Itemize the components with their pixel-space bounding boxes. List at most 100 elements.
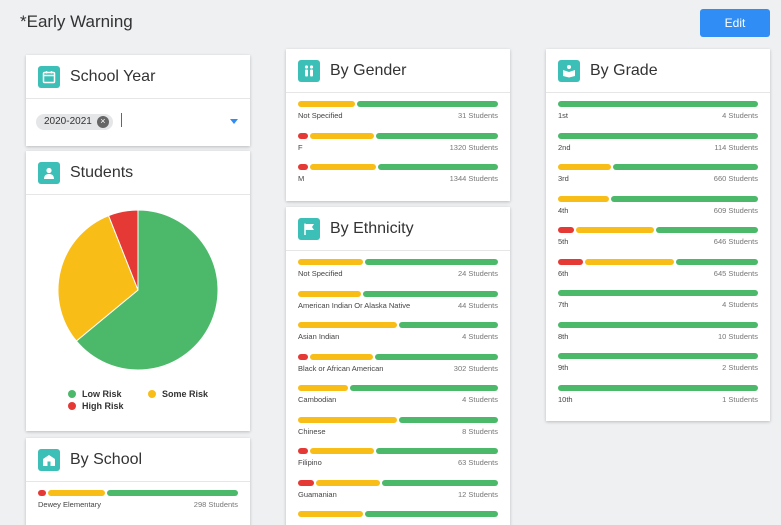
risk-row[interactable]: Chinese 8 Students [298, 416, 498, 449]
row-label: 5th [558, 237, 569, 246]
legend-some: Some Risk [148, 389, 208, 399]
row-label: Black or African American [298, 363, 384, 373]
risk-row[interactable] [298, 511, 498, 525]
by-school-card: By School Dewey Elementary 298 Students [26, 438, 250, 525]
risk-bar [558, 384, 758, 391]
row-count: 8 Students [462, 426, 498, 436]
risk-bar [298, 416, 498, 423]
risk-bar [558, 227, 759, 233]
risk-row[interactable]: 7th 4 Students [558, 290, 758, 322]
by-ethnicity-card: By Ethnicity Not Specified 24 Students Ame… [286, 207, 510, 525]
low-risk-segment [374, 353, 498, 360]
risk-bar [298, 259, 498, 265]
risk-row[interactable]: 5th 646 Students [558, 227, 759, 259]
row-label: Filipino [298, 458, 322, 467]
risk-row[interactable]: Cambodian 4 Students [298, 385, 498, 417]
chip-remove-icon[interactable]: × [96, 115, 109, 128]
school-year-chip: 2020-2021 × [36, 113, 113, 130]
low-risk-segment [378, 164, 498, 170]
row-label: M [298, 174, 305, 183]
risk-row[interactable]: F 1320 Students [298, 132, 498, 165]
row-label: 7th [558, 300, 569, 309]
row-count: 609 Students [713, 205, 758, 215]
risk-row[interactable]: M 1344 Students [298, 164, 498, 196]
risk-row[interactable]: Guamanian 12 Students [298, 479, 499, 512]
risk-row[interactable]: Dewey Elementary 298 Students [38, 490, 238, 522]
legend-low-swatch [68, 390, 76, 398]
legend-low-label: Low Risk [82, 389, 122, 399]
risk-row[interactable]: Filipino 63 Students [298, 448, 498, 480]
low-risk-segment [613, 164, 758, 170]
low-risk-segment [349, 385, 498, 391]
low-risk-segment [363, 290, 498, 297]
edit-button[interactable]: Edit [700, 9, 770, 37]
some-risk-segment [298, 385, 348, 391]
low-risk-segment [558, 101, 758, 107]
row-label: Not Specified [298, 111, 343, 120]
row-label: 10th [558, 394, 573, 404]
row-label: 4th [558, 205, 569, 215]
risk-bar [558, 353, 758, 359]
risk-bar [558, 195, 758, 202]
some-risk-segment [558, 164, 612, 170]
risk-row[interactable]: 4th 609 Students [558, 195, 758, 228]
risk-row[interactable]: Black or African American 302 Students [298, 353, 498, 386]
row-count: 4 Students [722, 111, 758, 120]
low-risk-segment [399, 322, 498, 328]
some-risk-segment [298, 259, 364, 265]
low-risk-segment [399, 416, 498, 423]
by-gender-card: By Gender Not Specified 31 Students F 1320 … [286, 49, 510, 201]
high-risk-segment [298, 164, 308, 170]
low-risk-segment [365, 259, 498, 265]
students-title: Students [70, 163, 134, 181]
risk-pie-chart [57, 209, 219, 371]
risk-bar [38, 490, 238, 496]
row-label: 1st [558, 111, 569, 120]
by-school-bars: Dewey Elementary 298 Students [26, 482, 250, 522]
legend-high: High Risk [68, 401, 124, 411]
risk-bar [558, 164, 758, 170]
risk-bar [298, 385, 498, 391]
risk-bar [298, 132, 498, 139]
some-risk-segment [298, 416, 397, 423]
some-risk-segment [309, 164, 377, 170]
risk-bar [298, 101, 498, 107]
row-count: 646 Students [713, 237, 758, 246]
some-risk-segment [298, 511, 364, 517]
row-count: 2 Students [722, 363, 758, 372]
low-risk-segment [558, 384, 758, 391]
flag-icon [298, 217, 320, 240]
row-label: 2nd [558, 142, 571, 152]
legend-high-label: High Risk [82, 401, 124, 411]
row-count: 4 Students [462, 395, 498, 404]
risk-row[interactable]: Asian Indian 4 Students [298, 322, 498, 354]
low-risk-segment [382, 479, 499, 486]
risk-row[interactable]: 10th 1 Students [558, 384, 758, 417]
chevron-down-icon[interactable] [230, 119, 238, 124]
risk-row[interactable]: Not Specified 24 Students [298, 259, 498, 291]
some-risk-segment [585, 258, 674, 265]
row-label: Guamanian [298, 489, 337, 499]
text-cursor [121, 112, 123, 127]
risk-bar [558, 132, 758, 139]
risk-row[interactable]: 6th 645 Students [558, 258, 758, 291]
risk-row[interactable]: 1st 4 Students [558, 101, 758, 133]
risk-row[interactable]: 3rd 660 Students [558, 164, 758, 196]
legend-high-swatch [68, 402, 76, 410]
row-count: 114 Students [714, 142, 758, 152]
some-risk-segment [298, 101, 356, 107]
row-count: 31 Students [457, 111, 498, 120]
risk-row[interactable]: 9th 2 Students [558, 353, 758, 385]
risk-row[interactable]: 2nd 114 Students [558, 132, 758, 165]
risk-row[interactable]: 8th 10 Students [558, 321, 758, 354]
grade-icon [558, 59, 580, 82]
some-risk-segment [298, 322, 397, 328]
school-year-select[interactable]: 2020-2021 × [26, 99, 250, 145]
risk-row[interactable]: American Indian Or Alaska Native 44 Stude… [298, 290, 498, 323]
calendar-icon [38, 65, 60, 88]
some-risk-segment [298, 290, 362, 297]
by-school-title: By School [70, 450, 143, 468]
risk-row[interactable]: Not Specified 31 Students [298, 101, 498, 133]
low-risk-segment [675, 258, 758, 265]
legend-some-swatch [148, 390, 156, 398]
